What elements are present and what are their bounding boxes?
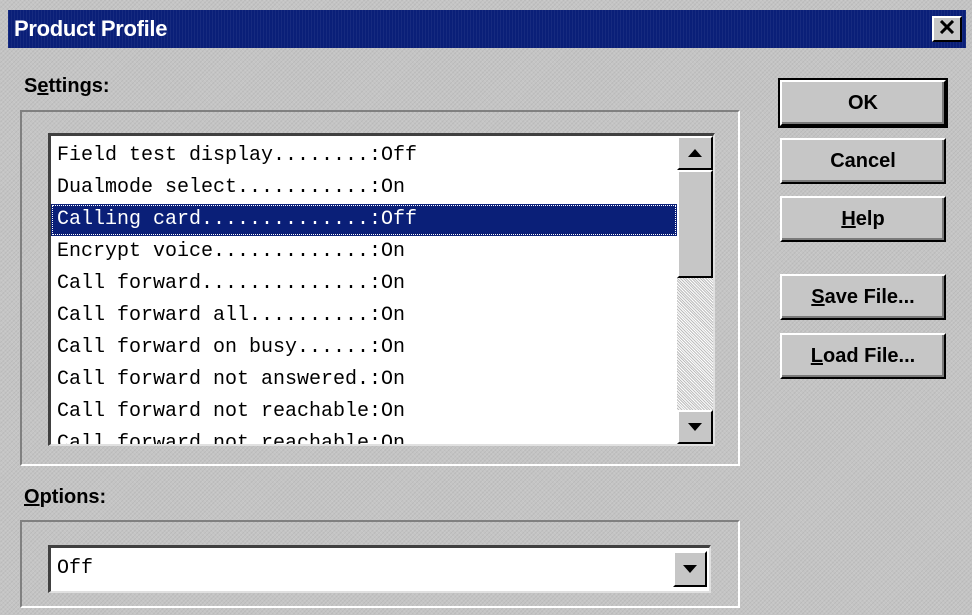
options-dropdown-value: Off <box>57 557 94 580</box>
arrow-down-icon <box>688 418 702 436</box>
settings-listbox[interactable]: Field test display........:Off Dualmode … <box>48 133 715 446</box>
title-bar[interactable]: Product Profile <box>8 10 966 48</box>
product-profile-dialog: Product Profile Settings: Field test dis… <box>0 0 972 615</box>
load-file-button[interactable]: Load File... <box>780 333 946 379</box>
list-item[interactable]: Call forward not answered.:On <box>51 364 677 396</box>
settings-label: Settings: <box>24 75 110 97</box>
vertical-scrollbar[interactable] <box>677 136 713 444</box>
options-dropdown[interactable]: Off <box>48 545 711 593</box>
cancel-button[interactable]: Cancel <box>780 138 946 184</box>
close-icon <box>939 19 955 39</box>
list-item-selected[interactable]: Calling card..............:Off <box>51 204 677 236</box>
arrow-up-icon <box>688 144 702 162</box>
ok-button[interactable]: OK <box>778 78 948 128</box>
options-label: Options: <box>24 486 107 508</box>
scroll-up-button[interactable] <box>677 136 713 170</box>
dropdown-button[interactable] <box>673 551 707 587</box>
close-button[interactable] <box>932 16 962 42</box>
help-button[interactable]: Help <box>780 196 946 242</box>
list-item[interactable]: Dualmode select...........:On <box>51 172 677 204</box>
list-item[interactable]: Call forward all..........:On <box>51 300 677 332</box>
list-item[interactable]: Call forward not reachable:On <box>51 428 677 444</box>
settings-list: Field test display........:Off Dualmode … <box>51 140 677 444</box>
save-file-button[interactable]: Save File... <box>780 274 946 320</box>
list-item[interactable]: Call forward on busy......:On <box>51 332 677 364</box>
list-item[interactable]: Call forward..............:On <box>51 268 677 300</box>
scroll-down-button[interactable] <box>677 410 713 444</box>
list-item[interactable]: Call forward not reachable:On <box>51 396 677 428</box>
chevron-down-icon <box>683 560 697 578</box>
list-item[interactable]: Field test display........:Off <box>51 140 677 172</box>
list-item[interactable]: Encrypt voice.............:On <box>51 236 677 268</box>
window-title: Product Profile <box>14 16 168 41</box>
scroll-thumb[interactable] <box>677 170 713 278</box>
